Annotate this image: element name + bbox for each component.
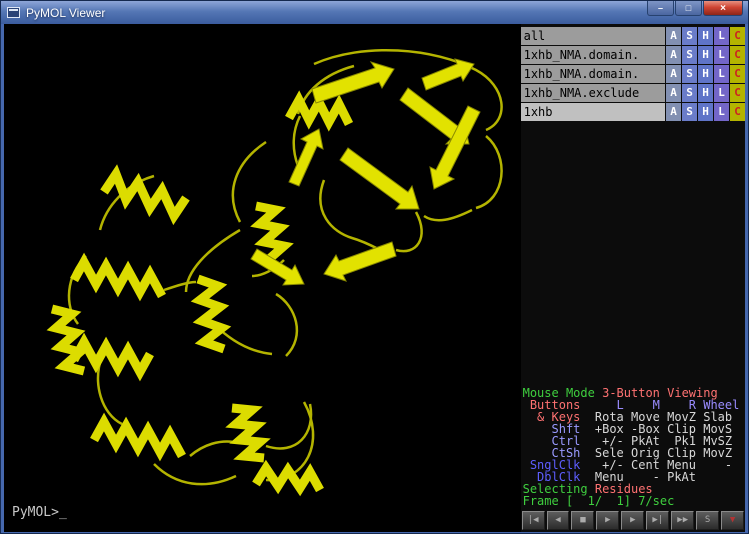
s-menu-button[interactable]: S: [682, 103, 697, 121]
frame-rate-indicator[interactable]: Frame [ 1/ 1] 7/sec: [523, 495, 745, 507]
object-list: allASHLC1xhb_NMA.domain.ASHLC1xhb_NMA.do…: [521, 27, 745, 122]
h-menu-button[interactable]: H: [698, 84, 713, 102]
c-menu-button[interactable]: C: [730, 103, 745, 121]
object-row: 1xhb_NMA.domain.ASHLC: [521, 46, 745, 64]
object-name[interactable]: 1xhb_NMA.domain.: [521, 65, 665, 83]
frame-rate-indicator-text: Frame [ 1/ 1] 7/sec: [523, 494, 675, 508]
titlebar[interactable]: PyMOL Viewer – □ ×: [1, 1, 748, 24]
object-row: allASHLC: [521, 27, 745, 45]
playback-controls: |◀◀■▶▶▶|▶▶S▼: [521, 510, 745, 532]
s-menu-button[interactable]: S: [682, 27, 697, 45]
s-menu-button[interactable]: S: [682, 65, 697, 83]
object-name[interactable]: all: [521, 27, 665, 45]
a-menu-button[interactable]: A: [666, 46, 681, 64]
object-name[interactable]: 1xhb: [521, 103, 665, 121]
s-menu-button[interactable]: S: [682, 46, 697, 64]
a-menu-button[interactable]: A: [666, 65, 681, 83]
a-menu-button[interactable]: A: [666, 84, 681, 102]
l-menu-button[interactable]: L: [714, 103, 729, 121]
h-menu-button[interactable]: H: [698, 27, 713, 45]
l-menu-button[interactable]: L: [714, 46, 729, 64]
object-row: 1xhb_NMA.domain.ASHLC: [521, 65, 745, 83]
movie-loop-button[interactable]: ▶▶: [671, 511, 694, 530]
panel-toggle-button[interactable]: ▼: [721, 511, 744, 530]
movie-end-button[interactable]: ▶|: [646, 511, 669, 530]
c-menu-button[interactable]: C: [730, 84, 745, 102]
scene-button[interactable]: S: [696, 511, 719, 530]
l-menu-button[interactable]: L: [714, 27, 729, 45]
h-menu-button[interactable]: H: [698, 65, 713, 83]
command-prompt[interactable]: PyMOL>_: [12, 505, 67, 520]
movie-stop-button[interactable]: ■: [571, 511, 594, 530]
viewport[interactable]: PyMOL>_: [4, 24, 521, 532]
l-menu-button[interactable]: L: [714, 65, 729, 83]
minimize-button[interactable]: –: [647, 1, 674, 16]
object-row: 1xhb_NMA.excludeASHLC: [521, 84, 745, 102]
object-row: 1xhbASHLC: [521, 103, 745, 121]
pymol-window: PyMOL Viewer – □ ×: [0, 0, 749, 534]
l-menu-button[interactable]: L: [714, 84, 729, 102]
a-menu-button[interactable]: A: [666, 103, 681, 121]
object-name[interactable]: 1xhb_NMA.domain.: [521, 46, 665, 64]
s-menu-button[interactable]: S: [682, 84, 697, 102]
protein-structure: [4, 24, 521, 532]
app-icon: [7, 7, 20, 18]
side-panel: allASHLC1xhb_NMA.domain.ASHLC1xhb_NMA.do…: [521, 24, 745, 532]
window-title: PyMOL Viewer: [26, 6, 105, 20]
object-name[interactable]: 1xhb_NMA.exclude: [521, 84, 665, 102]
movie-back-button[interactable]: ◀: [547, 511, 570, 530]
c-menu-button[interactable]: C: [730, 65, 745, 83]
movie-forward-button[interactable]: ▶: [621, 511, 644, 530]
a-menu-button[interactable]: A: [666, 27, 681, 45]
c-menu-button[interactable]: C: [730, 27, 745, 45]
c-menu-button[interactable]: C: [730, 46, 745, 64]
movie-play-button[interactable]: ▶: [596, 511, 619, 530]
close-button[interactable]: ×: [703, 1, 743, 16]
h-menu-button[interactable]: H: [698, 46, 713, 64]
maximize-button[interactable]: □: [675, 1, 702, 16]
movie-rewind-button[interactable]: |◀: [522, 511, 545, 530]
h-menu-button[interactable]: H: [698, 103, 713, 121]
mouse-panel: Mouse Mode 3-Button Viewing Buttons L M …: [521, 385, 745, 510]
